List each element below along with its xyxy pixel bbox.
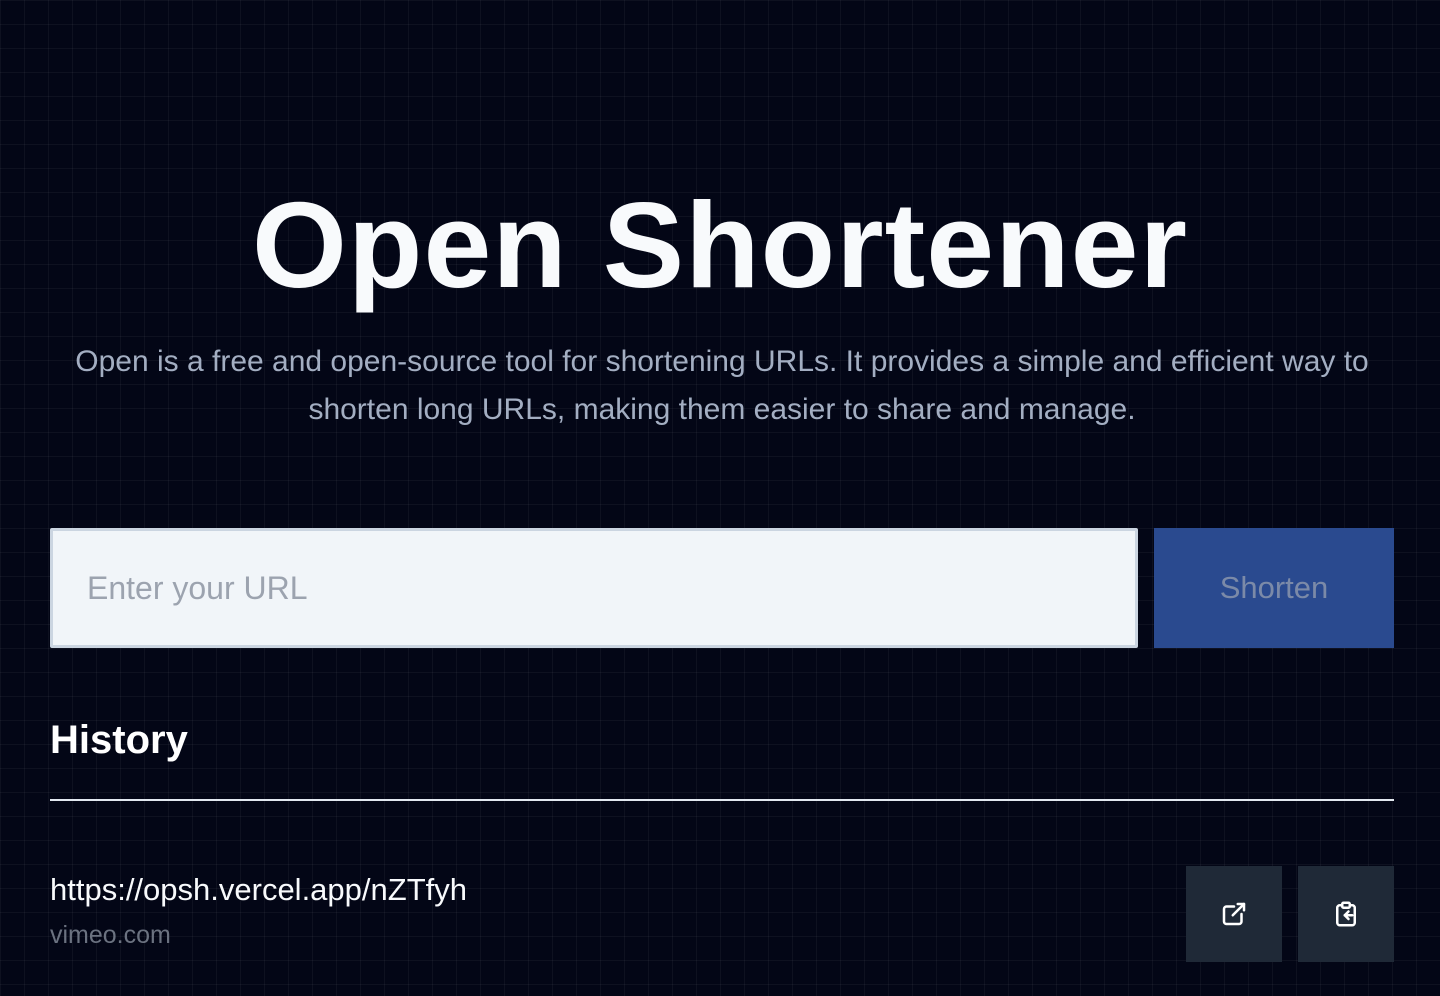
- short-url-text: https://opsh.vercel.app/nZTfyh: [50, 872, 467, 907]
- history-divider: [50, 799, 1394, 801]
- history-heading: History: [50, 718, 188, 762]
- url-input[interactable]: [50, 528, 1138, 648]
- page-title: Open Shortener: [252, 177, 1188, 313]
- history-item: https://opsh.vercel.app/nZTfyh vimeo.com: [50, 866, 1394, 962]
- copy-link-button[interactable]: [1298, 866, 1394, 962]
- open-link-button[interactable]: [1186, 866, 1282, 962]
- clipboard-copy-icon: [1331, 899, 1361, 929]
- external-link-icon: [1219, 899, 1249, 929]
- page-description: Open is a free and open-source tool for …: [75, 345, 1369, 426]
- shorten-button[interactable]: Shorten: [1154, 528, 1394, 648]
- original-host-text: vimeo.com: [50, 921, 171, 949]
